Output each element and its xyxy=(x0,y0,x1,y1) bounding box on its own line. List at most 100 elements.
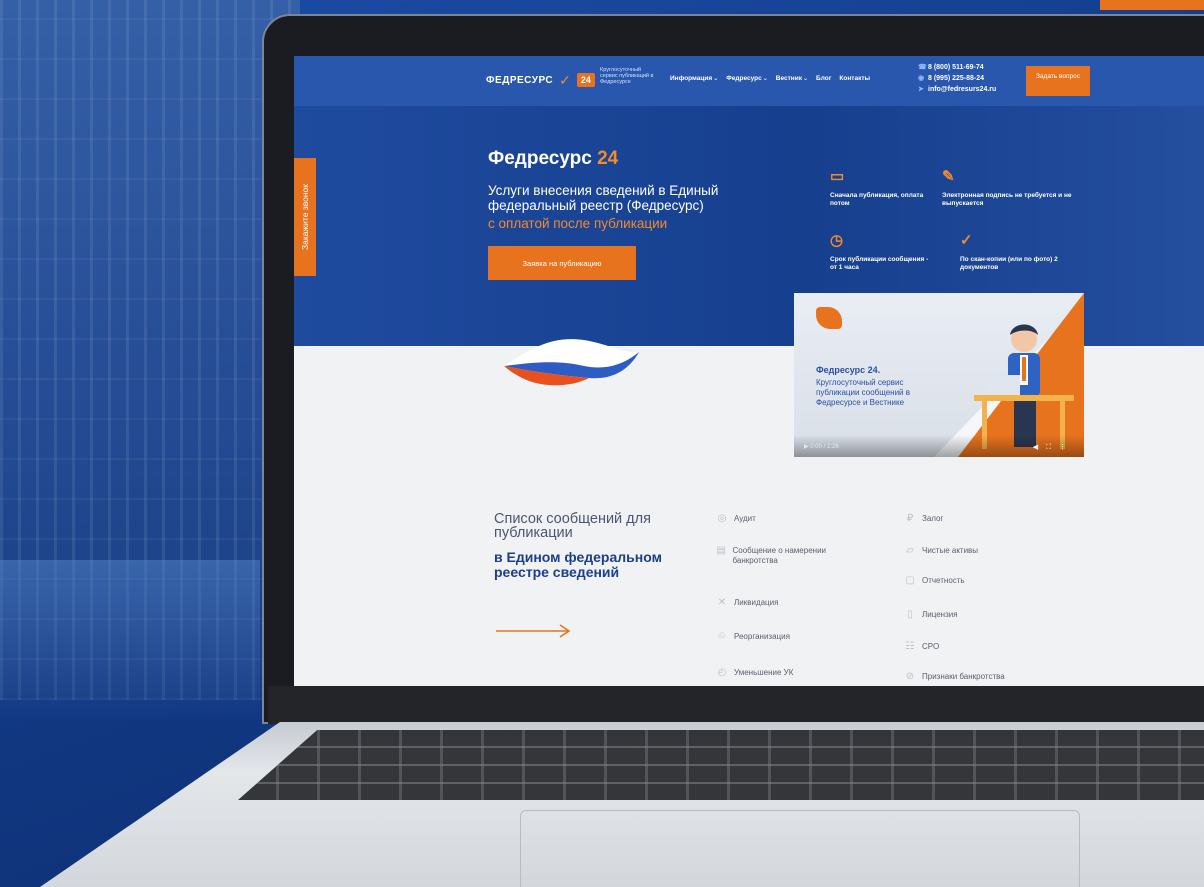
logo-badge: 24 xyxy=(576,73,595,87)
play-icon[interactable]: ▶ xyxy=(804,444,809,450)
feature-pay-later: ▭ Сначала публикация, оплата потом xyxy=(830,168,930,208)
net-assets-icon: ▱ xyxy=(906,545,914,556)
list-item-label: Залог xyxy=(922,514,944,523)
messenger-icon: ◉ xyxy=(918,75,925,82)
nav-label: Федресурс xyxy=(726,75,762,82)
liquidation-icon: ✕ xyxy=(717,597,727,608)
feature-scan-copy: ✓ По скан-копии (или по фото) 2 документ… xyxy=(960,232,1090,272)
list-item-label: Лицензия xyxy=(922,610,958,619)
messages-title-bold: в Едином федеральном реестре сведений xyxy=(494,549,662,580)
phone-1-text: 8 (800) 511-69-74 xyxy=(928,64,984,71)
nav-item-fedresurs[interactable]: Федресурс⌄ xyxy=(726,75,768,82)
list-item-label: Чистые активы xyxy=(922,546,979,555)
chevron-down-icon: ⌄ xyxy=(762,76,768,82)
hero-subtitle: Услуги внесения сведений в Единый федера… xyxy=(488,183,719,213)
audit-icon: ◎ xyxy=(717,513,727,524)
logo-check-icon: ✓ xyxy=(559,72,571,88)
logo-tagline: Круглосуточный сервис публикаций в Федре… xyxy=(600,67,654,85)
nav-item-vestnik[interactable]: Вестник⌄ xyxy=(776,75,808,82)
video-control-icons: ◀⛶⋮ xyxy=(1033,443,1074,452)
nav-label: Вестник xyxy=(775,75,802,82)
list-item-label: Отчетность xyxy=(922,576,965,585)
list-item-net-assets[interactable]: ▱ Чистые активы xyxy=(904,546,978,556)
list-item-label: Ликвидация xyxy=(734,598,779,607)
list-item-label: СРО xyxy=(922,642,940,651)
promo-video[interactable]: Федресурс 24. Круглосуточный сервис публ… xyxy=(794,293,1084,457)
nav-item-info[interactable]: Информация⌄ xyxy=(670,75,718,82)
laptop-hinge xyxy=(268,686,1204,724)
apply-publication-button[interactable]: Заявка на публикацию xyxy=(488,246,636,280)
bankruptcy-signs-icon: ⊘ xyxy=(905,671,915,682)
hero-title-text: Федресурс xyxy=(488,148,592,169)
video-logo-icon xyxy=(816,307,842,329)
feature-publication-time: ◷ Срок публикации сообщения - от 1 часа xyxy=(830,232,930,272)
main-nav: Информация⌄ Федресурс⌄ Вестник⌄ Блог Кон… xyxy=(670,75,870,82)
list-item-label: Сообщение о намерении банкротства xyxy=(732,546,827,565)
hero-title-number: 24 xyxy=(597,148,619,169)
phone-2[interactable]: ◉ 8 (995) 225-88-24 xyxy=(918,73,996,84)
messages-title: Список сообщений для публикации xyxy=(494,511,651,541)
list-item-bankruptcy-signs[interactable]: ⊘ Признаки банкротства xyxy=(904,672,1005,682)
phone-2-text: 8 (995) 225-88-24 xyxy=(928,75,985,82)
site-logo[interactable]: ФЕДРЕСУРС ✓ 24 xyxy=(486,73,595,87)
phone-1[interactable]: ☎8 (800) 511-69-74 xyxy=(918,62,996,73)
chevron-down-icon: ⌄ xyxy=(713,76,719,82)
arrow-right-icon xyxy=(496,624,571,638)
bankruptcy-intent-icon: ▤ xyxy=(716,545,726,556)
request-call-tab[interactable]: Закажите звонок xyxy=(294,158,316,276)
list-item-sro[interactable]: ☷ СРО xyxy=(904,641,940,652)
volume-icon[interactable]: ◀ xyxy=(1033,444,1046,451)
russian-flag-wave xyxy=(504,339,639,386)
video-time-text: 0:00 / 1:26 xyxy=(810,444,839,450)
video-time: ▶ 0:00 / 1:26 xyxy=(804,443,839,450)
nav-item-blog[interactable]: Блог xyxy=(816,75,831,82)
monitor-icon: ▭ xyxy=(830,168,845,185)
list-item-label: Аудит xyxy=(734,514,756,523)
list-item-audit[interactable]: ◎ Аудит xyxy=(716,514,756,524)
feature-no-signature: ✎ Электронная подпись не требуется и не … xyxy=(942,168,1072,208)
reporting-icon: ▢ xyxy=(905,575,915,586)
email-link[interactable]: ➤ info@fedresurs24.ru xyxy=(918,84,996,95)
feature-text: Электронная подпись не требуется и не вы… xyxy=(942,192,1072,207)
list-item-reporting[interactable]: ▢ Отчетность xyxy=(904,575,965,586)
feature-text: Срок публикации сообщения - от 1 часа xyxy=(830,256,929,271)
background-street xyxy=(0,560,260,720)
list-item-pledge[interactable]: ₽ Залог xyxy=(904,513,944,524)
video-person-illustration xyxy=(974,324,1074,449)
feature-text: По скан-копии (или по фото) 2 документов xyxy=(960,256,1058,271)
license-icon: ▯ xyxy=(907,609,913,620)
nav-label: Информация xyxy=(670,75,713,82)
ask-question-button[interactable]: Задать вопрос xyxy=(1026,66,1090,96)
phone-icon: ☎ xyxy=(918,64,927,71)
laptop-screen: ФЕДРЕСУРС ✓ 24 Круглосуточный сервис пуб… xyxy=(294,56,1204,686)
background-accent xyxy=(1100,0,1204,10)
laptop-keyboard-rows xyxy=(238,730,1204,800)
pledge-icon: ₽ xyxy=(906,513,914,524)
logo-text: ФЕДРЕСУРС xyxy=(486,74,554,86)
pen-icon: ✎ xyxy=(942,168,955,185)
list-item-license[interactable]: ▯ Лицензия xyxy=(904,609,958,620)
list-item-label: Признаки банкротства xyxy=(922,672,1005,681)
hero-title: Федресурс 24 xyxy=(488,148,618,170)
hero-subtitle-accent: с оплатой после публикации xyxy=(488,216,668,231)
list-item-liquidation[interactable]: ✕ Ликвидация xyxy=(716,597,779,608)
clock-icon: ◷ xyxy=(830,232,844,249)
feature-text: Сначала публикация, оплата потом xyxy=(830,192,924,207)
list-item-reorganization[interactable]: ♲ Реорганизация xyxy=(716,632,790,642)
laptop-trackpad xyxy=(520,810,1080,887)
email-text: info@fedresurs24.ru xyxy=(928,86,997,93)
capital-reduction-icon: ◴ xyxy=(717,667,727,678)
list-item-label: Уменьшение УК xyxy=(734,668,794,677)
header-contacts: ☎8 (800) 511-69-74 ◉ 8 (995) 225-88-24 ➤ i… xyxy=(918,62,996,95)
video-title: Федресурс 24. xyxy=(816,365,881,375)
list-item-capital-reduction[interactable]: ◴ Уменьшение УК xyxy=(716,667,794,678)
nav-item-contacts[interactable]: Контакты xyxy=(839,75,870,82)
chevron-down-icon: ⌄ xyxy=(802,76,809,82)
telegram-icon: ➤ xyxy=(918,86,924,93)
sro-icon: ☷ xyxy=(905,641,915,652)
video-description: Круглосуточный сервис публикации сообщен… xyxy=(816,378,910,407)
fullscreen-icon[interactable]: ⛶ xyxy=(1046,444,1059,451)
list-item-label: Реорганизация xyxy=(734,632,790,641)
list-item-bankruptcy-intent[interactable]: ▤ Сообщение о намерении банкротства xyxy=(716,546,856,566)
more-icon[interactable]: ⋮ xyxy=(1059,444,1074,451)
